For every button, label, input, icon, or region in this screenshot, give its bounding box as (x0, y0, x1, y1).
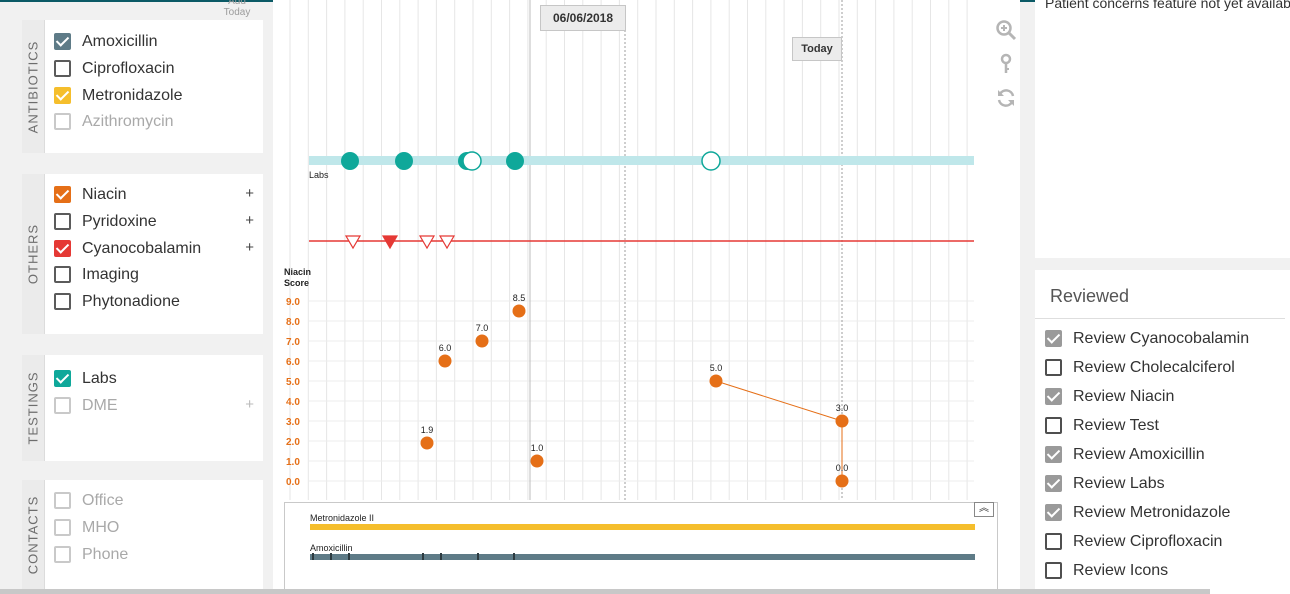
medication-bars: Metronidazole II Amoxicillin (310, 513, 975, 560)
review-checkbox-review-metronidazole[interactable]: Review Metronidazole (1045, 503, 1285, 525)
lab-event-marker (395, 152, 413, 170)
zoom-in-icon[interactable] (994, 18, 1018, 42)
review-checkbox-review-cyanocobalamin[interactable]: Review Cyanocobalamin (1045, 329, 1285, 351)
refresh-icon[interactable] (994, 86, 1018, 110)
y-tick-label: 0.0 (286, 477, 300, 488)
review-checkbox-review-ciprofloxacin[interactable]: Review Ciprofloxacin (1045, 532, 1285, 554)
y-tick-label: 8.0 (286, 317, 300, 328)
lab-event-marker (341, 152, 359, 170)
y-tick-label: 2.0 (286, 437, 300, 448)
reviewed-panel: Reviewed Review Cyanocobalamin Review Cho… (1035, 270, 1290, 594)
collapse-button[interactable]: ︽ (974, 502, 994, 517)
data-label: 7.0 (476, 323, 489, 333)
lab-event-marker-open (462, 151, 482, 171)
data-point (835, 474, 849, 488)
y-tick-label: 9.0 (286, 297, 300, 308)
data-label: 6.0 (439, 343, 452, 353)
y-tick-label: 4.0 (286, 397, 300, 408)
reviewed-title: Reviewed (1050, 286, 1130, 306)
data-label: 5.0 (710, 363, 723, 373)
review-checkbox-review-icons[interactable]: Review Icons (1045, 561, 1285, 583)
key-icon[interactable] (994, 52, 1018, 76)
patient-concerns-panel: Patient concerns feature not yet availab… (1035, 0, 1290, 258)
y-tick-label: 7.0 (286, 337, 300, 348)
data-point (709, 374, 723, 388)
y-tick-label: 3.0 (286, 417, 300, 428)
bar-metronidazole[interactable] (310, 524, 975, 530)
data-point (512, 304, 526, 318)
bar-label-amoxicillin: Amoxicillin (310, 543, 353, 553)
data-point (835, 414, 849, 428)
bar-amoxicillin[interactable] (310, 554, 975, 560)
data-label: 1.0 (531, 443, 544, 453)
review-checkbox-review-test[interactable]: Review Test (1045, 416, 1285, 438)
selected-date-marker[interactable]: 06/06/2018 (540, 5, 626, 31)
review-checkbox-review-niacin[interactable]: Review Niacin (1045, 387, 1285, 409)
data-label: 8.5 (513, 293, 526, 303)
medication-bars-panel: Metronidazole II Amoxicillin (284, 502, 998, 590)
lab-event-marker (506, 152, 524, 170)
concerns-message: Patient concerns feature not yet availab… (1045, 0, 1290, 11)
y-tick-label: 1.0 (286, 457, 300, 468)
chevron-up-icon: ︽ (979, 503, 989, 514)
score-label-line1: Niacin (284, 267, 311, 277)
data-label: 0.0 (836, 463, 849, 473)
data-label: 1.9 (421, 425, 434, 435)
review-checkbox-review-cholecalciferol[interactable]: Review Cholecalciferol (1045, 358, 1285, 380)
y-tick-label: 6.0 (286, 357, 300, 368)
data-point (438, 354, 452, 368)
labs-row-label: Labs (309, 170, 329, 180)
divider (1035, 318, 1285, 319)
horizontal-scrollbar[interactable] (0, 589, 1210, 594)
event-triangle-marker (438, 235, 456, 250)
score-label-line2: Score (284, 278, 309, 288)
event-triangle-marker (344, 235, 362, 250)
review-checkbox-review-amoxicillin[interactable]: Review Amoxicillin (1045, 445, 1285, 467)
event-triangle-marker (418, 235, 436, 250)
data-label: 3.0 (836, 403, 849, 413)
lab-event-marker-open (701, 151, 721, 171)
review-checkbox-review-labs[interactable]: Review Labs (1045, 474, 1285, 496)
today-marker[interactable]: Today (792, 37, 842, 61)
y-tick-label: 5.0 (286, 377, 300, 388)
bar-label-metronidazole: Metronidazole II (310, 513, 374, 523)
data-point (530, 454, 544, 468)
data-point (420, 436, 434, 450)
event-triangle-marker (381, 235, 399, 250)
data-point (475, 334, 489, 348)
